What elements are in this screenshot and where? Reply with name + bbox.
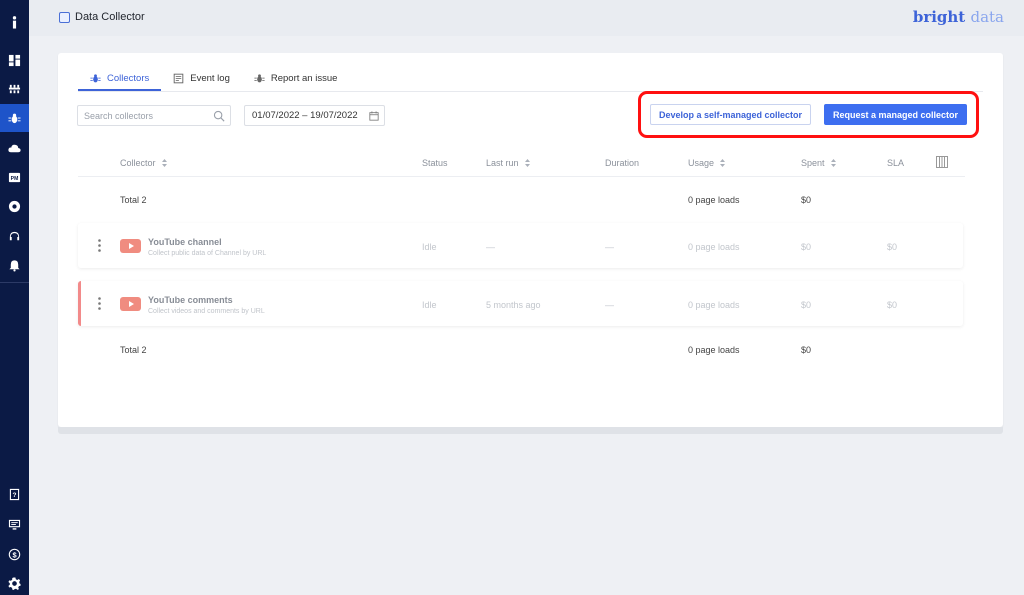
row-sla: $0 bbox=[887, 242, 898, 252]
chrome-icon[interactable] bbox=[0, 192, 29, 220]
pm-icon[interactable]: PM bbox=[0, 163, 29, 191]
youtube-icon bbox=[120, 297, 141, 311]
row-duration: — bbox=[605, 300, 614, 310]
total-top-label: Total 2 bbox=[120, 195, 147, 205]
row-duration: — bbox=[605, 242, 614, 252]
column-duration-label: Duration bbox=[605, 158, 640, 168]
tab-report-issue-label: Report an issue bbox=[270, 72, 338, 84]
brand-logo[interactable]: bright data bbox=[913, 8, 1004, 26]
row-spent: $0 bbox=[801, 300, 812, 310]
card-bottom-shadow bbox=[58, 427, 1003, 434]
total-top-usage: 0 page loads bbox=[688, 195, 740, 205]
column-header-sla: SLA bbox=[887, 158, 904, 168]
sort-icon bbox=[720, 159, 726, 167]
column-spent-label: Spent bbox=[801, 158, 825, 168]
row-last-run: — bbox=[486, 242, 495, 252]
row-last-run: 5 months ago bbox=[486, 300, 541, 310]
app-title-text: Data Collector bbox=[75, 11, 145, 23]
billing-screen-icon[interactable] bbox=[0, 510, 29, 538]
table-header-divider bbox=[78, 176, 965, 177]
help-doc-icon[interactable]: ? bbox=[0, 480, 29, 508]
svg-text:PM: PM bbox=[11, 175, 19, 181]
notifications-bell-icon[interactable] bbox=[0, 251, 29, 279]
column-collector-label: Collector bbox=[120, 158, 156, 168]
tabs-bar: Collectors Event log Report an issue bbox=[78, 67, 349, 91]
total-bottom-spent: $0 bbox=[801, 345, 812, 355]
request-managed-collector-button[interactable]: Request a managed collector bbox=[824, 104, 967, 125]
brand-sub-text: data bbox=[970, 8, 1004, 26]
row-usage: 0 page loads bbox=[688, 300, 740, 310]
collector-name[interactable]: YouTube comments bbox=[148, 295, 233, 305]
table-row[interactable]: YouTube channel Collect public data of C… bbox=[78, 223, 963, 268]
tab-event-log-label: Event log bbox=[190, 72, 230, 84]
brand-main-text: bright bbox=[912, 8, 966, 26]
collector-description: Collect public data of Channel by URL bbox=[148, 250, 267, 257]
row-spent: $0 bbox=[801, 242, 812, 252]
search-box bbox=[77, 105, 231, 126]
sort-icon bbox=[161, 159, 167, 167]
youtube-icon bbox=[120, 239, 141, 253]
column-header-collector[interactable]: Collector bbox=[120, 158, 167, 168]
collector-description: Collect videos and comments by URL bbox=[148, 308, 265, 315]
total-bottom-usage: 0 page loads bbox=[688, 345, 740, 355]
collector-bug-icon[interactable] bbox=[0, 104, 29, 132]
support-headset-icon[interactable] bbox=[0, 222, 29, 250]
date-range-picker[interactable]: 01/07/2022 – 19/07/2022 bbox=[244, 105, 385, 126]
kebab-menu-icon[interactable] bbox=[98, 297, 101, 310]
column-sla-label: SLA bbox=[887, 158, 905, 168]
info-icon[interactable] bbox=[0, 8, 29, 36]
svg-text:$: $ bbox=[12, 550, 17, 559]
table-row[interactable]: YouTube comments Collect videos and comm… bbox=[78, 281, 963, 326]
column-usage-label: Usage bbox=[688, 158, 715, 168]
tab-report-issue[interactable]: Report an issue bbox=[242, 67, 350, 91]
column-header-last-run[interactable]: Last run bbox=[486, 158, 530, 168]
data-collector-icon bbox=[59, 11, 70, 23]
row-sla: $0 bbox=[887, 300, 898, 310]
row-accent-bar bbox=[78, 281, 81, 326]
row-status: Idle bbox=[422, 300, 437, 310]
column-header-status: Status bbox=[422, 158, 448, 168]
sort-icon bbox=[830, 159, 836, 167]
dashboard-icon[interactable] bbox=[0, 46, 29, 74]
app-title: Data Collector bbox=[59, 11, 145, 23]
column-header-duration: Duration bbox=[605, 158, 639, 168]
settings-gear-icon[interactable] bbox=[0, 569, 29, 595]
column-header-spent[interactable]: Spent bbox=[801, 158, 836, 168]
api-cloud-icon[interactable] bbox=[0, 134, 29, 162]
tab-event-log[interactable]: Event log bbox=[161, 67, 242, 91]
proxies-icon[interactable] bbox=[0, 75, 29, 103]
calendar-icon bbox=[369, 111, 379, 121]
tab-collectors[interactable]: Collectors bbox=[78, 67, 162, 91]
collectors-card: Collectors Event log Report an issue 01/… bbox=[58, 53, 1003, 427]
kebab-menu-icon[interactable] bbox=[98, 239, 101, 252]
tab-collectors-label: Collectors bbox=[107, 72, 150, 84]
log-icon bbox=[173, 73, 184, 83]
row-status: Idle bbox=[422, 242, 437, 252]
total-bottom-label: Total 2 bbox=[120, 345, 147, 355]
column-settings-icon[interactable] bbox=[936, 156, 948, 168]
sort-icon bbox=[524, 159, 530, 167]
bug-icon bbox=[90, 73, 101, 82]
date-range-text: 01/07/2022 – 19/07/2022 bbox=[252, 110, 358, 121]
svg-text:?: ? bbox=[13, 491, 17, 498]
column-status-label: Status bbox=[422, 158, 448, 168]
column-header-usage[interactable]: Usage bbox=[688, 158, 726, 168]
search-icon[interactable] bbox=[213, 110, 225, 122]
top-header: Data Collector bright data bbox=[29, 0, 1024, 36]
search-input[interactable] bbox=[84, 110, 204, 121]
row-usage: 0 page loads bbox=[688, 242, 740, 252]
billing-dollar-icon[interactable]: $ bbox=[0, 540, 29, 568]
total-top-spent: $0 bbox=[801, 195, 812, 205]
sidebar: PM ? $ bbox=[0, 0, 29, 595]
collector-name[interactable]: YouTube channel bbox=[148, 237, 222, 247]
column-last-run-label: Last run bbox=[486, 158, 519, 168]
develop-self-managed-collector-button[interactable]: Develop a self-managed collector bbox=[650, 104, 811, 125]
report-bug-icon bbox=[254, 73, 265, 82]
sidebar-divider bbox=[0, 282, 29, 283]
